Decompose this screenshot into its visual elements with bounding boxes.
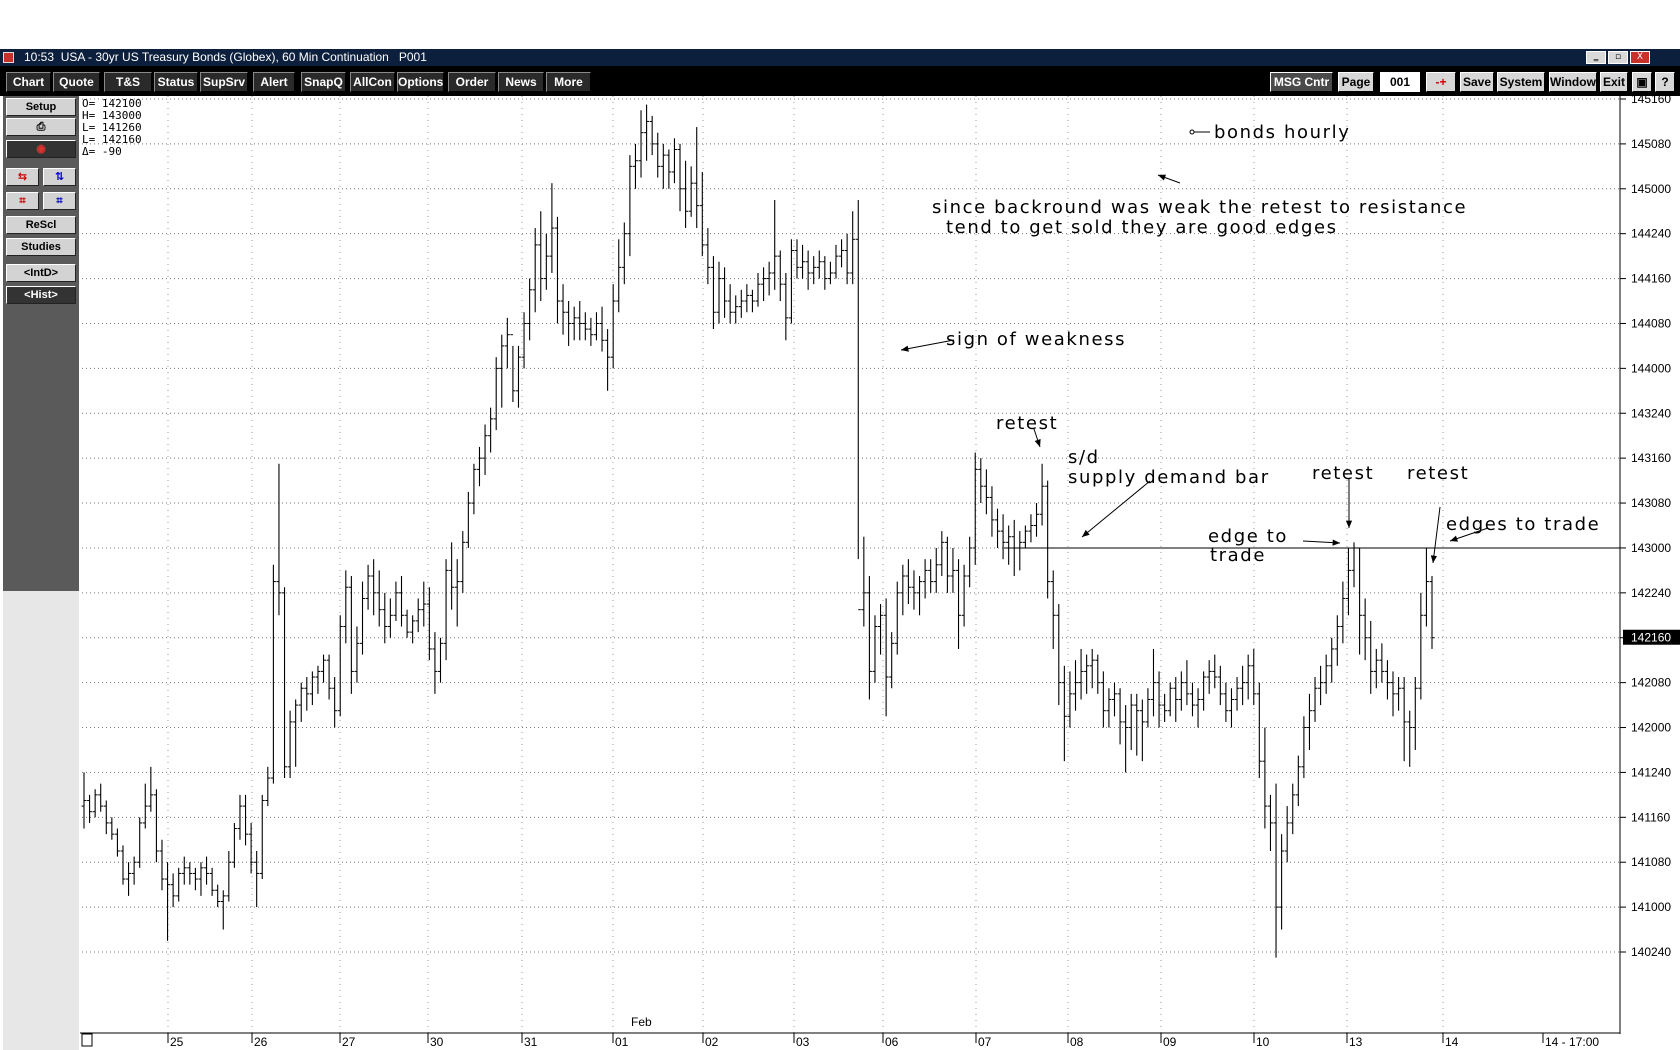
note-backround-weak: since backround was weak the retest to r… [932,197,1467,218]
note-sd: s/d [1068,447,1100,468]
window-title: 10:53 USA - 30yr US Treasury Bonds (Glob… [24,49,427,66]
quote-button[interactable]: Quote [53,72,100,92]
window-title-bar: 10:53 USA - 30yr US Treasury Bonds (Glob… [0,49,1680,66]
alert-button[interactable]: Alert [253,72,295,92]
snapq-button[interactable]: SnapQ [301,72,346,92]
price-tick-label: 145080 [1631,137,1671,151]
app-icon [3,52,14,63]
close-button[interactable]: X [1630,51,1650,64]
note-retest-1: retest [996,413,1058,434]
note-trade: trade [1210,545,1266,566]
price-tick-label: 140240 [1631,945,1671,959]
time-and-sales-button[interactable]: T&S [104,72,152,92]
note-retest-3: retest [1407,463,1469,484]
ohlc-delta: Δ= -90 [82,145,122,158]
price-tick-label: 143000 [1631,541,1671,555]
time-tick-label: 08 [1070,1035,1084,1049]
time-tick-label: 10 [1256,1035,1270,1049]
price-tick-label: 141240 [1631,765,1671,779]
note-tend-to-get-sold: tend to get sold they are good edges [946,217,1338,238]
price-tick-label: 143160 [1631,451,1671,465]
price-tick-label: 143080 [1631,496,1671,510]
price-chart[interactable]: 145160 145080 145000 144240 144160 144080 1440… [0,96,1680,1050]
price-tick-label: 144080 [1631,316,1671,330]
order-button[interactable]: Order [448,72,496,92]
save-button[interactable]: Save [1460,72,1494,92]
price-tick-label: 141080 [1631,855,1671,869]
restore-window-icon[interactable]: ▣ [1632,72,1652,92]
time-tick-label: 07 [978,1035,992,1049]
price-tick-label: 142240 [1631,586,1671,600]
supsrv-button[interactable]: SupSrv [200,72,248,92]
options-button[interactable]: Options [397,72,444,92]
symbol-title: USA - 30yr US Treasury Bonds (Globex), 6… [60,50,389,64]
time-tick-label: 26 [254,1035,268,1049]
time-tick-label: 27 [342,1035,356,1049]
note-edges-to-trade: edges to trade [1446,514,1600,535]
price-tick-label: 142000 [1631,721,1671,735]
price-tick-label: 144240 [1631,227,1671,241]
note-supply-demand-bar: supply demand bar [1068,467,1270,488]
time-tick-label: 01 [615,1035,629,1049]
price-tick-label: 145000 [1631,182,1671,196]
time-tick-label: 03 [796,1035,810,1049]
last-price-label: 142160 [1631,631,1671,645]
note-edge-to: edge to [1208,526,1288,547]
more-button[interactable]: More [546,72,591,92]
chart-background [80,96,1680,1050]
system-button[interactable]: System [1497,72,1545,92]
time-tick-label: 31 [524,1035,538,1049]
msg-center-button[interactable]: MSG Cntr [1270,72,1333,92]
price-tick-label: 141000 [1631,900,1671,914]
page-label: Page [1338,72,1374,92]
help-button[interactable]: ? [1655,72,1675,92]
time-tick-label: 09 [1163,1035,1177,1049]
title-marker-dot [1189,129,1195,135]
scroll-start-handle[interactable] [81,1033,93,1047]
window-button[interactable]: Window [1549,72,1597,92]
page-number-field[interactable]: 001 [1380,72,1420,92]
price-tick-label: 143240 [1631,406,1671,420]
time-tick-label: 25 [170,1035,184,1049]
news-button[interactable]: News [498,72,544,92]
time-tick-label: 06 [885,1035,899,1049]
time-tick-label: 14 [1445,1035,1459,1049]
exit-button[interactable]: Exit [1600,72,1628,92]
price-tick-label: 145160 [1631,96,1671,106]
chart-button[interactable]: Chart [6,72,51,92]
main-toolbar: Chart Quote T&S Status SupSrv Alert Snap… [0,66,1680,96]
time-tick-label: 30 [430,1035,444,1049]
page-step-button[interactable]: -+ [1426,72,1456,92]
time-tick-label: 13 [1349,1035,1363,1049]
chart-title: bonds hourly [1214,122,1350,143]
clock-time: 10:53 [24,50,55,64]
note-retest-2: retest [1312,463,1374,484]
price-tick-label: 144000 [1631,361,1671,375]
time-tick-label: 02 [705,1035,719,1049]
page-id: P001 [398,50,427,64]
time-tick-label: 14 - 17:00 [1545,1035,1599,1049]
price-tick-label: 144160 [1631,272,1671,286]
allcon-button[interactable]: AllCon [350,72,395,92]
status-button[interactable]: Status [154,72,198,92]
month-label: Feb [631,1015,652,1029]
price-tick-label: 141160 [1631,810,1670,824]
minimize-button[interactable]: ‗ [1586,51,1606,64]
maximize-button[interactable]: ▫ [1608,51,1628,64]
note-sign-of-weakness: sign of weakness [946,329,1126,350]
price-tick-label: 142080 [1631,676,1671,690]
